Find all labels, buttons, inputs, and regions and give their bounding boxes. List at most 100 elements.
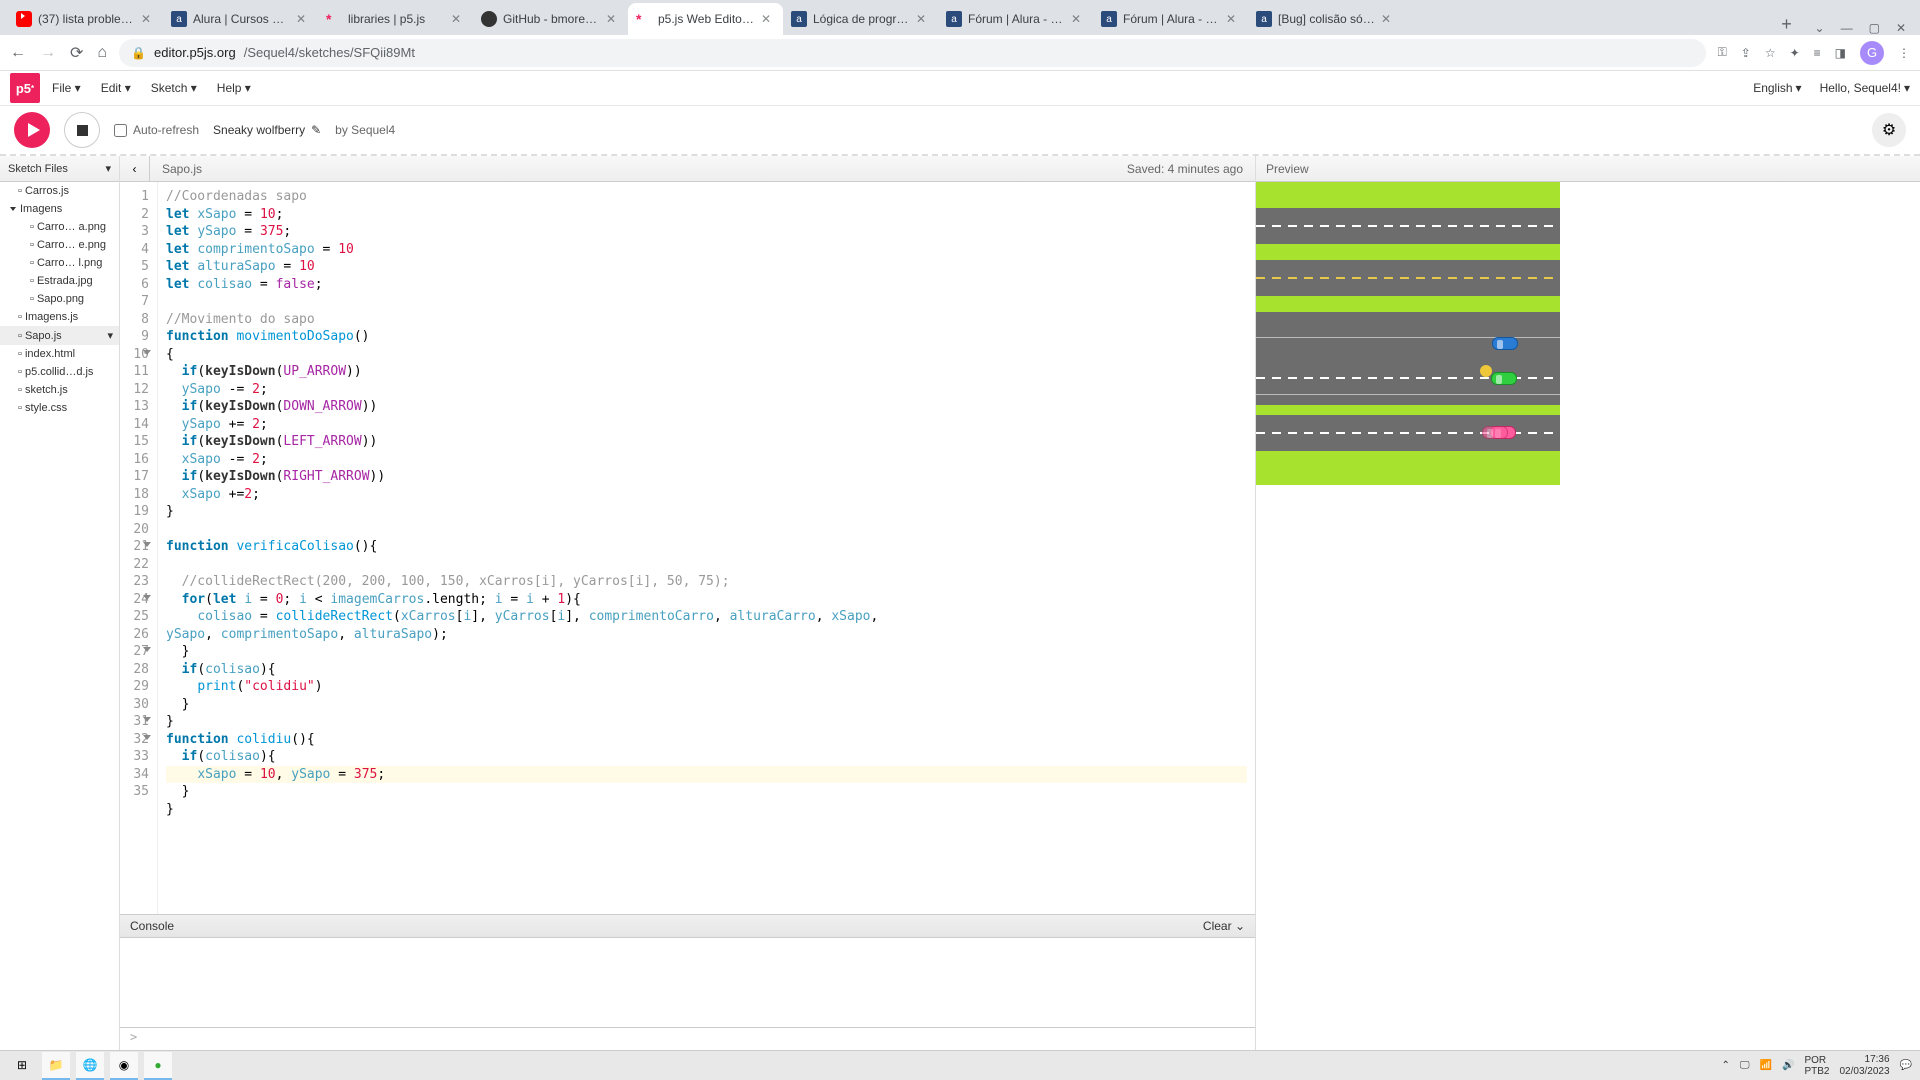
explorer-icon[interactable]: 📁	[42, 1052, 70, 1080]
tray-wifi-icon[interactable]: 📶	[1760, 1060, 1772, 1071]
tray-chevron-icon[interactable]: ⌃	[1722, 1060, 1730, 1071]
close-icon[interactable]: ✕	[1226, 12, 1240, 26]
language-select[interactable]: English ▾	[1753, 81, 1801, 95]
taskbar: ⊞ 📁 🌐 ◉ ● ⌃ 🖵 📶 🔊 PORPTB2 17:3602/03/202…	[0, 1050, 1920, 1080]
auto-refresh-toggle[interactable]: Auto-refresh	[114, 123, 199, 137]
key-icon[interactable]: ⚿	[1718, 45, 1727, 60]
preview-canvas-wrap	[1256, 182, 1920, 485]
browser-tab[interactable]: aLógica de programaç✕	[783, 3, 938, 35]
editor-column: ‹ Sapo.js Saved: 4 minutes ago 123456789…	[120, 156, 1255, 1050]
start-button[interactable]: ⊞	[8, 1052, 36, 1080]
p5-logo[interactable]: p5*	[10, 73, 40, 103]
extensions-icon[interactable]: ✦	[1790, 46, 1800, 60]
browser-tab[interactable]: *libraries | p5.js✕	[318, 3, 473, 35]
forward-icon[interactable]: →	[40, 44, 56, 62]
file-item[interactable]: ▫ Carro… l.png	[0, 254, 119, 272]
browser-tab[interactable]: a[Bug] colisão só é rec✕	[1248, 3, 1403, 35]
author-label: by Sequel4	[335, 123, 395, 137]
user-menu[interactable]: Hello, Sequel4! ▾	[1820, 81, 1910, 95]
code-editor[interactable]: 1234567891011121314151617181920212223242…	[120, 182, 1255, 914]
reload-icon[interactable]: ⟳	[70, 43, 83, 63]
window-controls: ⌄ ― ▢ ✕	[1801, 21, 1920, 35]
url-input[interactable]: 🔒 editor.p5js.org/Sequel4/sketches/SFQii…	[119, 39, 1706, 67]
browser-tab[interactable]: aFórum | Alura - Curso✕	[938, 3, 1093, 35]
file-item[interactable]: ▫ Carro… e.png	[0, 236, 119, 254]
browser-tab[interactable]: GitHub - bmoren/p5.✕	[473, 3, 628, 35]
app-icon-2[interactable]: ●	[144, 1052, 172, 1080]
back-icon[interactable]: ←	[10, 44, 26, 62]
file-item[interactable]: ▫ p5.collid…d.js	[0, 363, 119, 381]
reading-list-icon[interactable]: ≡	[1814, 46, 1821, 60]
console-output	[120, 938, 1255, 1028]
open-file-tab[interactable]: Sapo.js	[162, 162, 202, 176]
close-icon[interactable]: ✕	[761, 12, 775, 26]
menu-sketch[interactable]: Sketch ▾	[151, 81, 197, 95]
line-gutter: 1234567891011121314151617181920212223242…	[120, 182, 158, 914]
menu-edit[interactable]: Edit ▾	[101, 81, 131, 95]
minimize-icon[interactable]: ―	[1841, 21, 1853, 35]
url-path: /Sequel4/sketches/SFQii89Mt	[244, 45, 415, 60]
close-icon[interactable]: ✕	[296, 12, 310, 26]
file-item[interactable]: ▫ Estrada.jpg	[0, 272, 119, 290]
menu-file[interactable]: File ▾	[52, 81, 81, 95]
auto-refresh-checkbox[interactable]	[114, 124, 127, 137]
new-tab-button[interactable]: +	[1773, 14, 1801, 35]
console-label: Console	[130, 919, 174, 933]
chevron-down-icon[interactable]: ▾	[105, 162, 111, 175]
console-clear[interactable]: Clear ⌄	[1203, 919, 1245, 933]
file-item[interactable]: Imagens	[0, 200, 119, 218]
sidebar-header[interactable]: Sketch Files▾	[0, 156, 119, 182]
file-sidebar: Sketch Files▾ ▫ Carros.js Imagens▫ Carro…	[0, 156, 120, 1050]
close-icon[interactable]: ✕	[1896, 21, 1906, 35]
browser-tab[interactable]: aFórum | Alura - Curso✕	[1093, 3, 1248, 35]
settings-button[interactable]: ⚙	[1872, 113, 1906, 147]
browser-tab[interactable]: (37) lista problemas ja✕	[8, 3, 163, 35]
browser-tab[interactable]: *p5.js Web Editor | Sne✕	[628, 3, 783, 35]
kebab-icon[interactable]: ⋮	[1898, 46, 1910, 60]
code-content[interactable]: //Coordenadas sapolet xSapo = 10;let ySa…	[158, 182, 1255, 914]
close-icon[interactable]: ✕	[1071, 12, 1085, 26]
auto-refresh-label: Auto-refresh	[133, 123, 199, 137]
close-icon[interactable]: ✕	[451, 12, 465, 26]
file-item[interactable]: ▫ index.html	[0, 345, 119, 363]
profile-avatar[interactable]: G	[1860, 41, 1884, 65]
car-blue	[1492, 337, 1518, 350]
file-item[interactable]: ▫ style.css	[0, 399, 119, 417]
sidepanel-icon[interactable]: ◨	[1835, 46, 1846, 60]
file-item[interactable]: ▫ Carro… a.png	[0, 218, 119, 236]
tray-clock[interactable]: 17:3602/03/2023	[1839, 1054, 1889, 1078]
frog-sprite	[1480, 365, 1492, 377]
chrome-icon[interactable]: 🌐	[76, 1052, 104, 1080]
close-icon[interactable]: ✕	[606, 12, 620, 26]
car-pink-shadow	[1482, 426, 1508, 439]
chevron-down-icon[interactable]: ⌄	[1815, 21, 1825, 35]
collapse-sidebar-button[interactable]: ‹	[120, 156, 150, 182]
browser-tabstrip: (37) lista problemas ja✕aAlura | Cursos …	[0, 0, 1920, 35]
app-icon-1[interactable]: ◉	[110, 1052, 138, 1080]
file-item[interactable]: ▫ Imagens.js	[0, 308, 119, 326]
close-icon[interactable]: ✕	[1381, 12, 1395, 26]
pencil-icon[interactable]: ✎	[311, 123, 321, 137]
browser-tab[interactable]: aAlura | Cursos online d✕	[163, 3, 318, 35]
file-item[interactable]: ▫ Sapo.png	[0, 290, 119, 308]
console-prompt[interactable]: >	[120, 1028, 1255, 1050]
tray-monitor-icon[interactable]: 🖵	[1740, 1060, 1750, 1071]
close-icon[interactable]: ✕	[916, 12, 930, 26]
stop-button[interactable]	[64, 112, 100, 148]
tray-volume-icon[interactable]: 🔊	[1782, 1060, 1794, 1071]
menu-help[interactable]: Help ▾	[217, 81, 251, 95]
file-item[interactable]: ▫ Sapo.js ▾	[0, 326, 119, 345]
home-icon[interactable]: ⌂	[97, 44, 107, 62]
share-icon[interactable]: ⇪	[1741, 46, 1751, 60]
star-icon[interactable]: ☆	[1765, 46, 1776, 60]
tray-notifications-icon[interactable]: 💬	[1900, 1060, 1912, 1071]
sketch-name[interactable]: Sneaky wolfberry ✎	[213, 123, 321, 137]
maximize-icon[interactable]: ▢	[1869, 21, 1880, 35]
lock-icon: 🔒	[131, 46, 146, 60]
file-item[interactable]: ▫ Carros.js	[0, 182, 119, 200]
url-host: editor.p5js.org	[154, 45, 236, 60]
close-icon[interactable]: ✕	[141, 12, 155, 26]
tray-lang[interactable]: PORPTB2	[1804, 1055, 1829, 1077]
play-button[interactable]	[14, 112, 50, 148]
file-item[interactable]: ▫ sketch.js	[0, 381, 119, 399]
